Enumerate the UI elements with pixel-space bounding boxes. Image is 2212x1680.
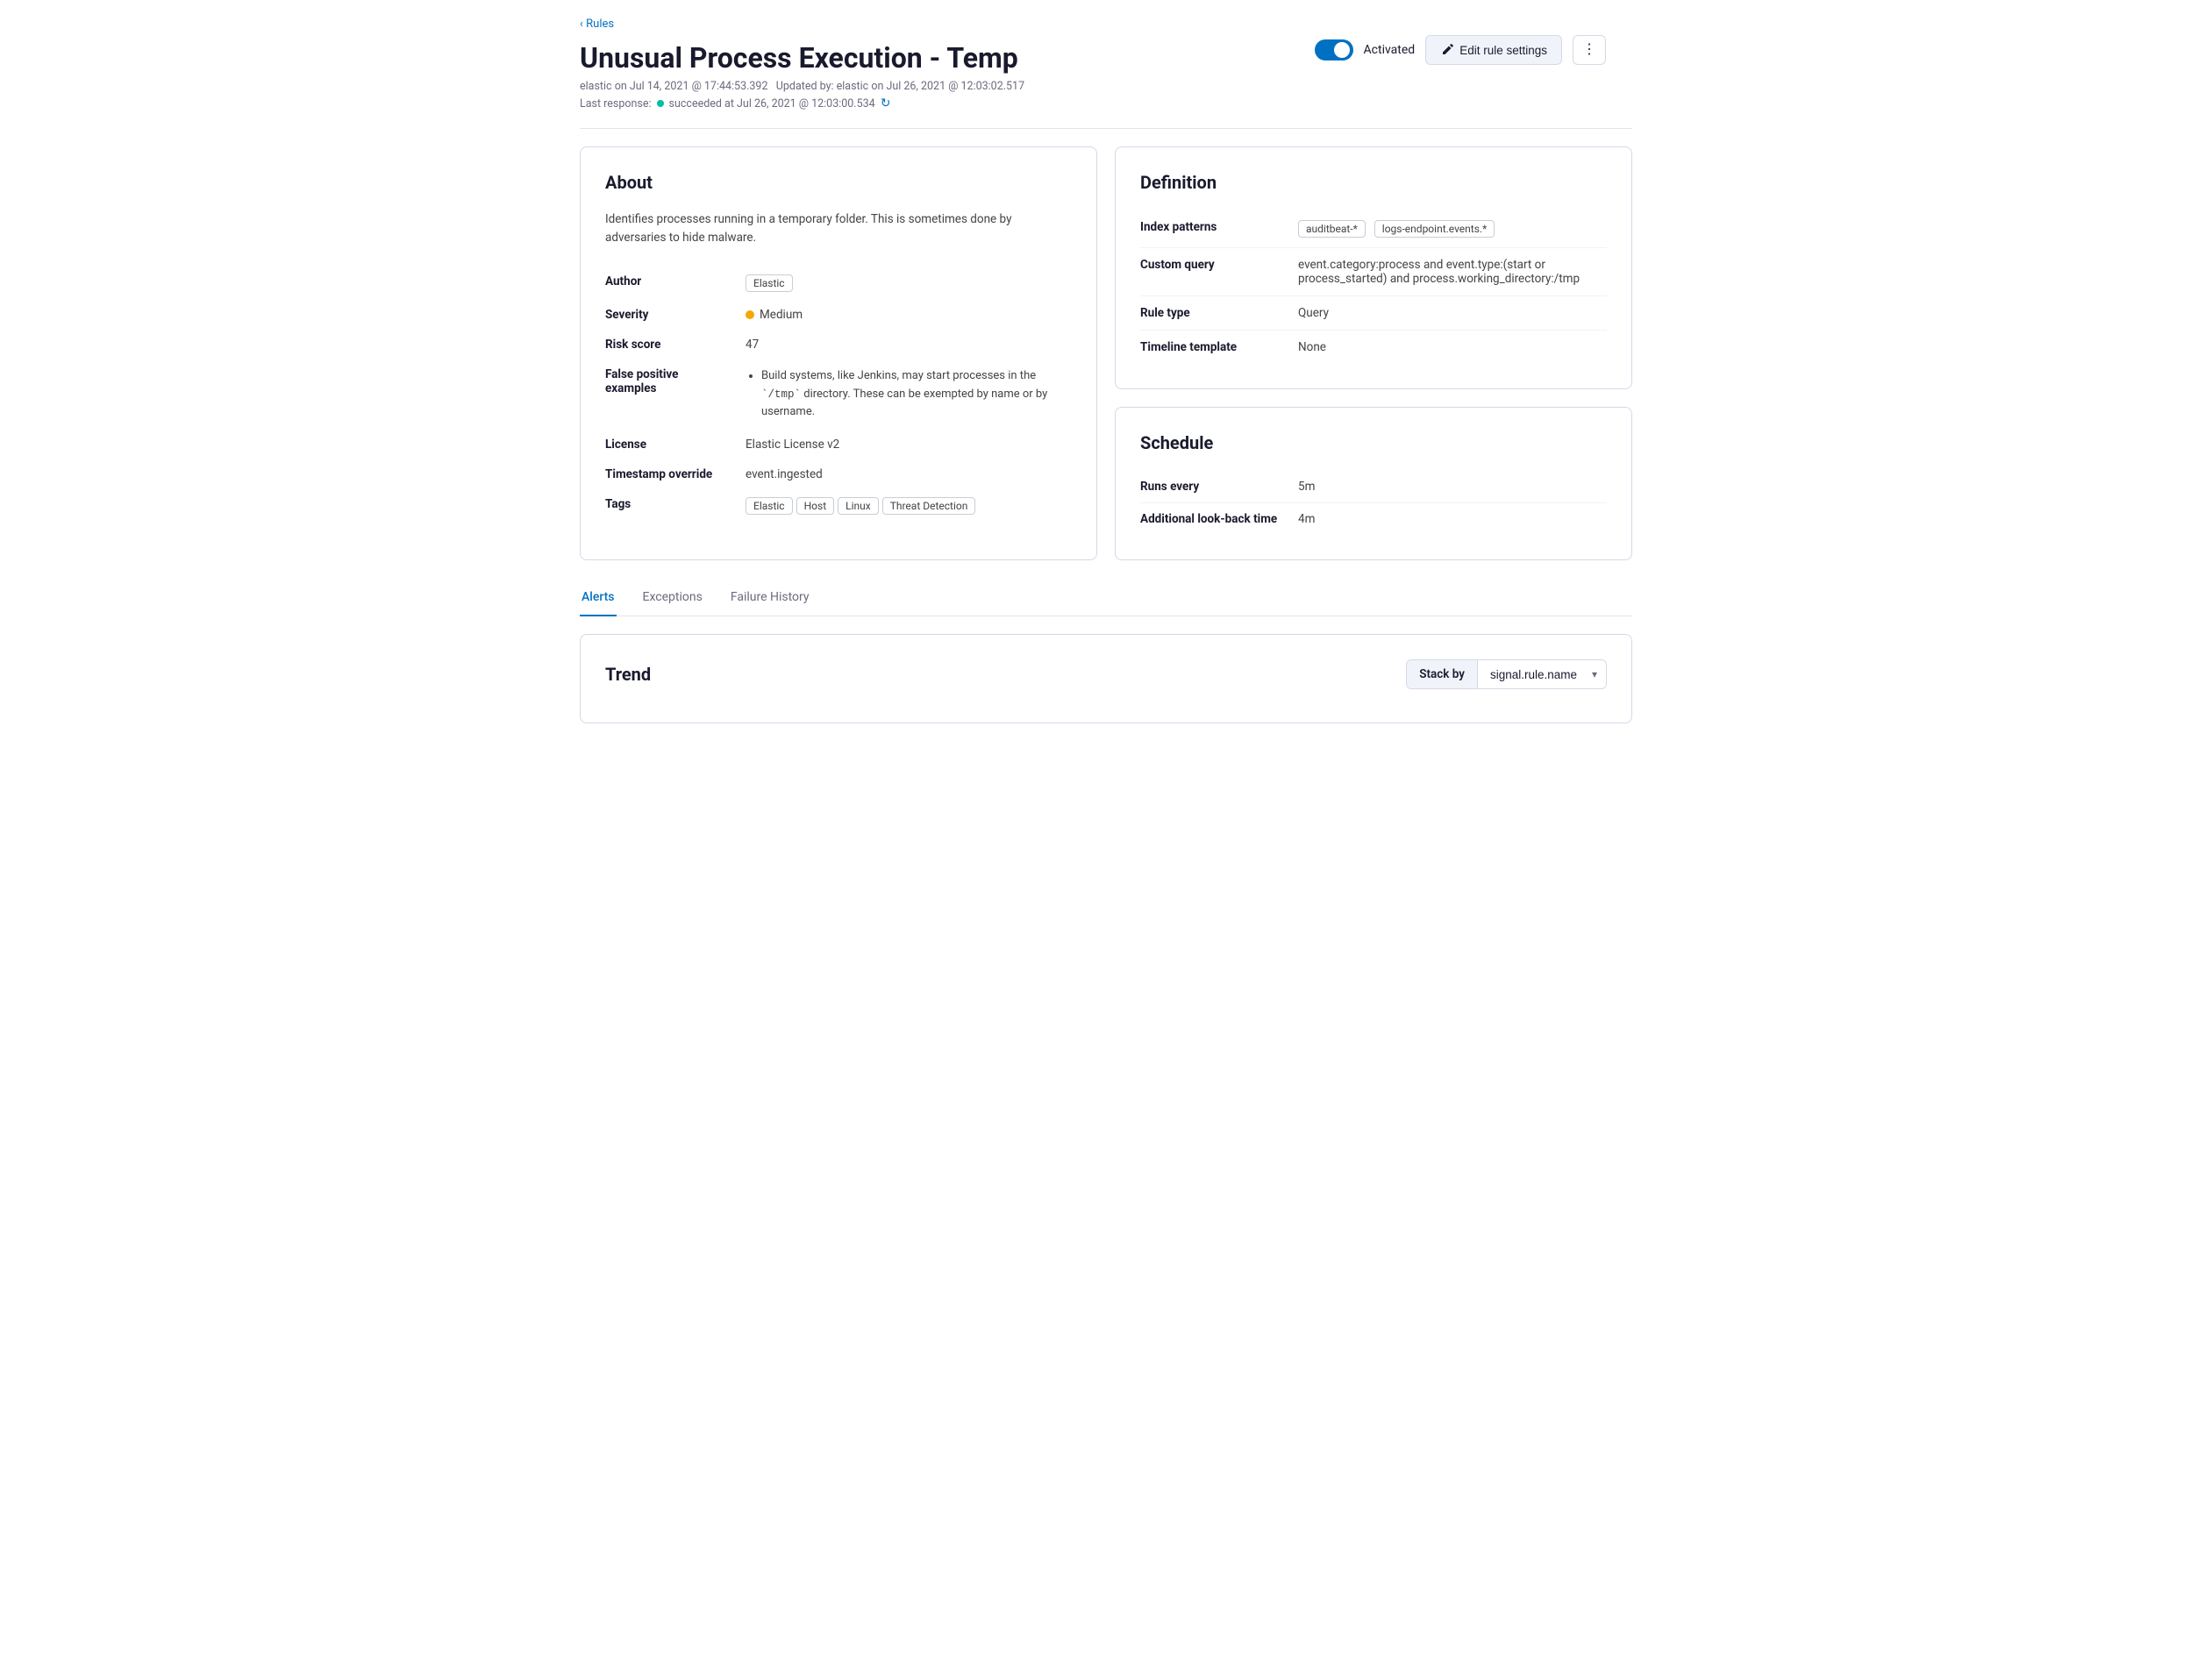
last-response: Last response: succeeded at Jul 26, 2021… [580,96,1632,110]
edit-icon [1440,43,1454,57]
trend-card: Trend Stack by signal.rule.namehost.name… [580,634,1632,723]
definition-card: Definition Index patterns auditbeat-* log… [1115,146,1632,389]
runs-every-label: Runs every [1140,471,1298,503]
false-positive-value: Build systems, like Jenkins, may start p… [746,359,1072,430]
timestamp-label: Timestamp override [605,459,746,489]
activated-label: Activated [1364,43,1416,57]
index-patterns-label: Index patterns [1140,210,1298,248]
table-row: License Elastic License v2 [605,430,1072,459]
status-dot [657,100,664,107]
tab-failure-history[interactable]: Failure History [729,581,811,616]
tag: Host [796,497,835,515]
definition-title: Definition [1140,172,1607,193]
author-label: Author [605,267,746,300]
table-row: Index patterns auditbeat-* logs-endpoint.… [1140,210,1607,248]
divider [580,128,1632,129]
index-pattern-tag: logs-endpoint.events.* [1374,220,1495,238]
about-card: About Identifies processes running in a … [580,146,1097,560]
stack-by-control[interactable]: Stack by signal.rule.namehost.nameuser.n… [1406,659,1607,689]
trend-title: Trend [605,664,651,685]
severity-dot [746,310,754,319]
tag: Elastic [746,497,793,515]
table-row: Runs every 5m [1140,471,1607,503]
tab-alerts[interactable]: Alerts [580,581,617,616]
index-pattern-tag: auditbeat-* [1298,220,1366,238]
header-actions: Activated Edit rule settings ⋮ [1315,35,1606,65]
tags-label: Tags [605,489,746,523]
timeline-value: None [1298,331,1607,365]
tabs-row: Alerts Exceptions Failure History [580,581,1632,616]
index-patterns-value: auditbeat-* logs-endpoint.events.* [1298,210,1607,248]
breadcrumb[interactable]: Rules [580,18,1632,31]
timeline-label: Timeline template [1140,331,1298,365]
edit-rule-button[interactable]: Edit rule settings [1425,35,1562,65]
tab-exceptions[interactable]: Exceptions [641,581,704,616]
license-value: Elastic License v2 [746,430,1072,459]
severity-value: Medium [746,300,1072,330]
schedule-card: Schedule Runs every 5m Additional look-b… [1115,407,1632,560]
timestamp-value: event.ingested [746,459,1072,489]
runs-every-value: 5m [1298,471,1607,503]
about-description: Identifies processes running in a tempor… [605,210,1072,247]
lookback-label: Additional look-back time [1140,503,1298,536]
table-row: Author Elastic [605,267,1072,300]
table-row: Additional look-back time 4m [1140,503,1607,536]
custom-query-label: Custom query [1140,248,1298,296]
schedule-title: Schedule [1140,432,1607,453]
rule-type-label: Rule type [1140,296,1298,331]
severity-label: Severity [605,300,746,330]
false-positive-label: False positive examples [605,359,746,430]
author-tag: Elastic [746,274,793,292]
about-table: Author Elastic Severity Medium [605,267,1072,523]
cards-row: About Identifies processes running in a … [580,146,1632,560]
about-title: About [605,172,1072,193]
meta-created: elastic on Jul 14, 2021 @ 17:44:53.392 U… [580,80,1632,93]
stack-by-select[interactable]: signal.rule.namehost.nameuser.nameproces… [1478,661,1606,688]
table-row: False positive examples Build systems, l… [605,359,1072,430]
last-response-status: succeeded at Jul 26, 2021 @ 12:03:00.534 [669,97,875,110]
definition-table: Index patterns auditbeat-* logs-endpoint.… [1140,210,1607,364]
stack-by-select-wrap[interactable]: signal.rule.namehost.nameuser.nameproces… [1478,661,1606,688]
tags-value: ElasticHostLinuxThreat Detection [746,489,1072,523]
schedule-table: Runs every 5m Additional look-back time … [1140,471,1607,535]
rule-type-value: Query [1298,296,1607,331]
tag: Linux [838,497,879,515]
lookback-value: 4m [1298,503,1607,536]
more-options-button[interactable]: ⋮ [1573,35,1606,65]
table-row: Timeline template None [1140,331,1607,365]
table-row: Custom query event.category:process and … [1140,248,1607,296]
risk-score-label: Risk score [605,330,746,359]
tag: Threat Detection [882,497,976,515]
author-value: Elastic [746,267,1072,300]
activated-toggle[interactable] [1315,39,1353,61]
table-row: Risk score 47 [605,330,1072,359]
stack-by-label: Stack by [1407,660,1478,688]
custom-query-value: event.category:process and event.type:(s… [1298,248,1607,296]
right-cards: Definition Index patterns auditbeat-* log… [1115,146,1632,560]
refresh-icon[interactable]: ↻ [881,96,891,110]
table-row: Severity Medium [605,300,1072,330]
last-response-label: Last response: [580,97,652,110]
table-row: Rule type Query [1140,296,1607,331]
table-row: Tags ElasticHostLinuxThreat Detection [605,489,1072,523]
table-row: Timestamp override event.ingested [605,459,1072,489]
trend-header: Trend Stack by signal.rule.namehost.name… [605,659,1607,689]
license-label: License [605,430,746,459]
risk-score-value: 47 [746,330,1072,359]
